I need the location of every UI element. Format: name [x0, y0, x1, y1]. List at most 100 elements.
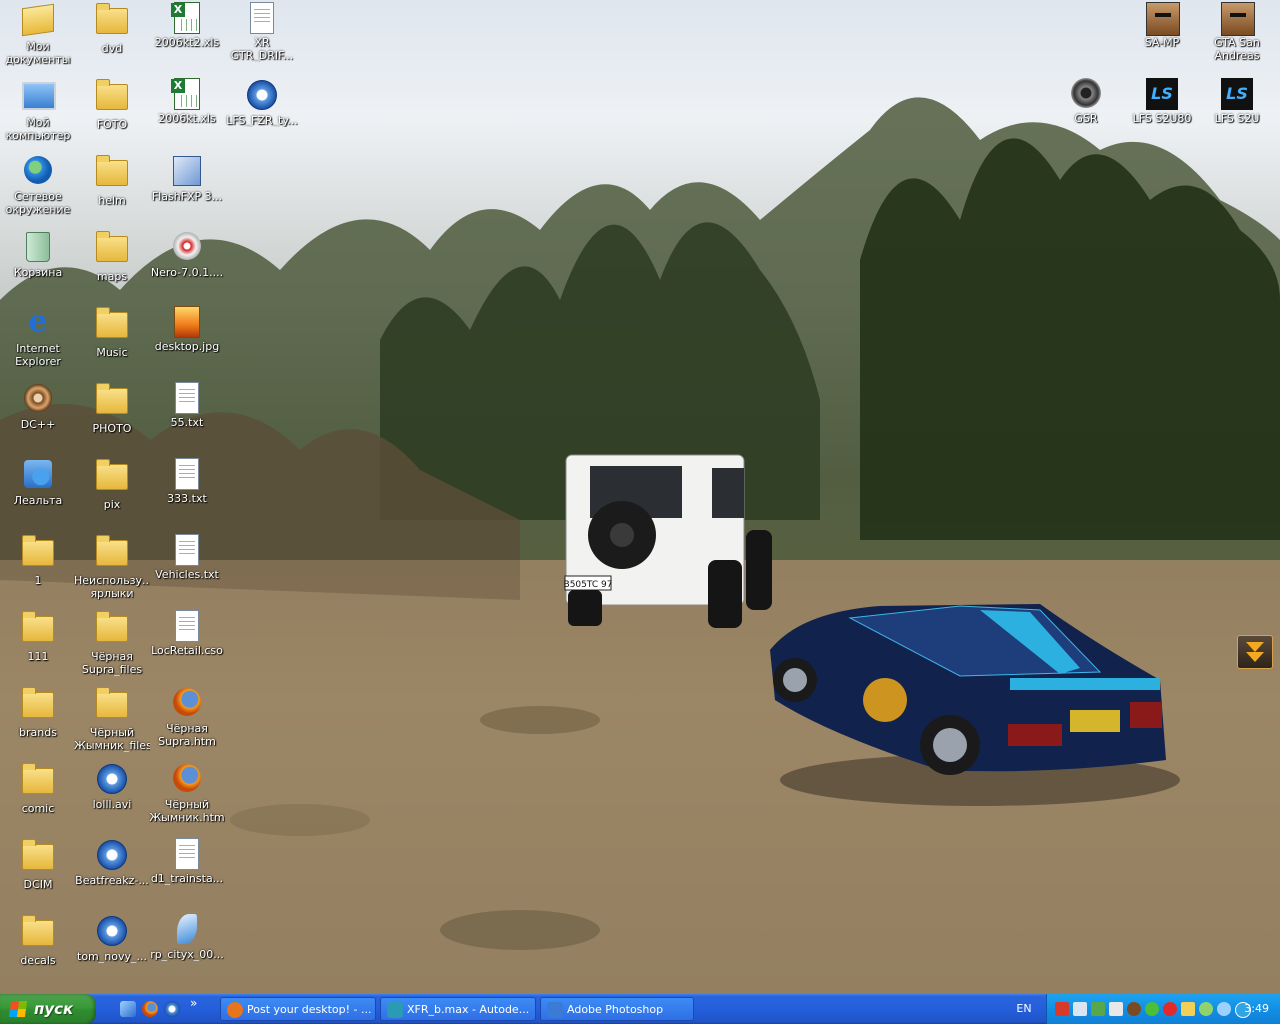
desktop-icon[interactable]: pix: [74, 458, 150, 511]
desktop-icon-label: Чёрная Supra.htm: [158, 722, 216, 748]
desktop-icon-label: Чёрный Жымник_files: [74, 726, 150, 752]
desktop-icon[interactable]: XR GTR_DRIF...: [224, 2, 300, 62]
task-label: XFR_b.max - Autode...: [407, 1003, 530, 1016]
start-button[interactable]: пуск: [0, 994, 96, 1024]
desktop-icon[interactable]: Nero-7.0.1....: [149, 230, 225, 279]
side-panel-toggle[interactable]: [1237, 635, 1273, 669]
firefox-icon[interactable]: [142, 1001, 158, 1017]
desktop-icon[interactable]: decals: [0, 914, 76, 967]
desktop-icon[interactable]: dvd: [74, 2, 150, 55]
volume-icon[interactable]: [1109, 1002, 1123, 1016]
folder-icon: [96, 535, 128, 572]
flashfxp-icon: [171, 156, 203, 188]
desktop-icon[interactable]: d1_trainsta...: [149, 838, 225, 885]
quick-launch-overflow[interactable]: »: [190, 996, 197, 1010]
desktop-icon-label: comic: [21, 802, 55, 815]
desktop-icon[interactable]: tom_novy_...: [74, 914, 150, 963]
desktop-icon[interactable]: desktop.jpg: [149, 306, 225, 353]
desktop-icon[interactable]: Леальта: [0, 458, 76, 507]
desktop-icon[interactable]: Мой компьютер: [0, 78, 76, 142]
desktop-icon[interactable]: FlashFXP 3...: [149, 154, 225, 203]
desktop-icon[interactable]: FOTO: [74, 78, 150, 131]
desktop-icon[interactable]: Чёрный Жымник.htm: [149, 762, 225, 824]
desktop-icon-label: Корзина: [13, 266, 63, 279]
desktop-icon[interactable]: 1: [0, 534, 76, 587]
windows-logo-icon: [8, 1001, 28, 1017]
excel-file-icon: [171, 78, 203, 110]
image-file-icon: [171, 306, 203, 338]
desktop-icon[interactable]: LS LFS S2U80: [1124, 78, 1200, 125]
desktop-icon[interactable]: SA-MP: [1124, 2, 1200, 49]
gta-san-andreas-icon: [1221, 2, 1255, 36]
desktop-icon-label: LFS S2U80: [1132, 112, 1192, 125]
messenger-icon[interactable]: [1199, 1002, 1213, 1016]
desktop-icon[interactable]: DCIM: [0, 838, 76, 891]
desktop-icon-label: GSR: [1074, 112, 1098, 125]
task-button-3dsmax[interactable]: XFR_b.max - Autode...: [380, 997, 536, 1021]
task-button-photoshop[interactable]: Adobe Photoshop: [540, 997, 694, 1021]
desktop-icon-label: FlashFXP 3...: [151, 190, 223, 203]
desktop-icon[interactable]: Сетевое окружение: [0, 154, 76, 216]
desktop-icon[interactable]: helm: [74, 154, 150, 207]
desktop-icon[interactable]: Неиспользу... ярлыки: [74, 534, 150, 600]
desktop-icon-label: LFS_FZR_ty...: [226, 114, 298, 127]
desktop-icon[interactable]: brands: [0, 686, 76, 739]
gsr-icon: [1070, 78, 1102, 110]
task-button-firefox[interactable]: Post your desktop! - ...: [220, 997, 376, 1021]
language-indicator[interactable]: EN: [1010, 994, 1038, 1024]
clock[interactable]: 3:49: [1244, 994, 1269, 1024]
desktop-icon[interactable]: LocRetail.cso: [149, 610, 225, 657]
folder-icon: [22, 687, 54, 724]
desktop-icon[interactable]: Корзина: [0, 230, 76, 279]
media-file-icon: [96, 764, 128, 796]
desktop-icon[interactable]: rp_cityx_00...: [149, 914, 225, 961]
desktop-icon[interactable]: LFS_FZR_ty...: [224, 78, 300, 127]
desktop-icon[interactable]: comic: [0, 762, 76, 815]
desktop-icon[interactable]: 333.txt: [149, 458, 225, 505]
document-file-icon: [246, 2, 278, 34]
desktop-icon[interactable]: LS LFS S2U: [1199, 78, 1275, 125]
desktop-icon[interactable]: lolll.avi: [74, 762, 150, 811]
3dsmax-icon: [387, 1002, 403, 1018]
desktop-icon[interactable]: Vehicles.txt: [149, 534, 225, 581]
desktop-icon[interactable]: Beatfreakz-...: [74, 838, 150, 887]
desktop-icon[interactable]: 111: [0, 610, 76, 663]
desktop-icon[interactable]: DC++: [0, 382, 76, 431]
desktop-icon[interactable]: Чёрная Supra.htm: [149, 686, 225, 748]
desktop-icon-label: pix: [103, 498, 121, 511]
lfs-icon: LS: [1221, 78, 1253, 110]
folder-tray-icon[interactable]: [1181, 1002, 1195, 1016]
desktop-icon[interactable]: Music: [74, 306, 150, 359]
desktop-icon[interactable]: 55.txt: [149, 382, 225, 429]
search-tray-icon[interactable]: [1217, 1002, 1231, 1016]
feather-file-icon: [171, 914, 203, 946]
flower-icon[interactable]: [1145, 1002, 1159, 1016]
media-file-icon: [246, 80, 278, 112]
desktop-icon-label: DC++: [20, 418, 56, 431]
network-tray-icon[interactable]: [1073, 1002, 1087, 1016]
dc-tray-icon[interactable]: [1127, 1002, 1141, 1016]
antivirus-icon[interactable]: [1055, 1002, 1069, 1016]
folder-icon: [22, 611, 54, 648]
desktop-icon[interactable]: maps: [74, 230, 150, 283]
recycle-bin-icon: [22, 232, 54, 264]
desktop-icon[interactable]: Чёрная Supra_files: [74, 610, 150, 676]
show-desktop-icon[interactable]: [120, 1001, 136, 1017]
bluetooth-icon[interactable]: [1091, 1002, 1105, 1016]
desktop-icon[interactable]: 2006kt2.xls: [149, 2, 225, 49]
flash-tray-icon[interactable]: [1163, 1002, 1177, 1016]
browser-icon[interactable]: [164, 1001, 180, 1017]
desktop-icon[interactable]: GSR: [1048, 78, 1124, 125]
desktop-icon[interactable]: Чёрный Жымник_files: [74, 686, 150, 752]
desktop-icon[interactable]: GTA San Andreas: [1199, 2, 1275, 62]
desktop-icon[interactable]: 2006kt.xls: [149, 78, 225, 125]
folder-icon: [96, 3, 128, 40]
desktop-icon[interactable]: Мои документы: [0, 2, 76, 66]
folder-icon: [22, 839, 54, 876]
excel-file-icon: [171, 2, 203, 34]
desktop-icon-label: FOTO: [96, 118, 128, 131]
start-label: пуск: [34, 1000, 74, 1018]
my-computer-icon: [22, 82, 56, 114]
desktop-icon[interactable]: PHOTO: [74, 382, 150, 435]
desktop-icon[interactable]: e Internet Explorer: [0, 306, 76, 369]
